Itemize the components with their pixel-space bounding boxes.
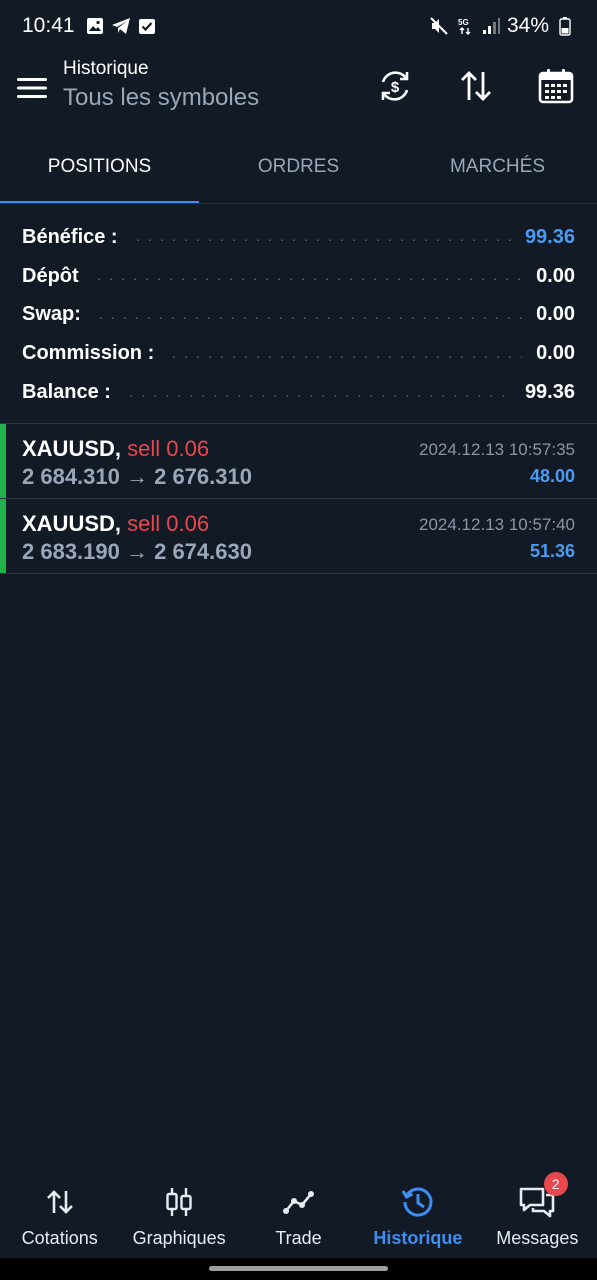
nav-trade[interactable]: Trade — [239, 1172, 358, 1258]
mute-vibrate-icon — [429, 16, 449, 36]
deal-side: sell 0.06 — [127, 511, 210, 536]
deal-profit: 48.00 — [529, 466, 575, 486]
deal-indicator-bar — [0, 499, 6, 573]
calendar-icon[interactable] — [534, 64, 578, 108]
deal-prices: 2 683.190 → 2 674.630 — [22, 539, 252, 564]
nav-history[interactable]: Historique — [358, 1172, 477, 1258]
summary-row-profit: Bénéfice : 99.36 — [0, 218, 597, 257]
candlestick-icon — [159, 1182, 199, 1222]
messages-badge: 2 — [543, 1172, 568, 1196]
dotted-leader — [124, 394, 511, 397]
deal-profit: 51.36 — [529, 541, 575, 561]
deal-row[interactable]: XAUUSD, sell 0.06 2 684.310 → 2 676.310 … — [0, 424, 597, 499]
summary-value: 99.36 — [524, 225, 575, 248]
screen: 10:41 5G 34% Historique Tous les symbole… — [0, 0, 597, 1280]
deal-indicator-bar — [0, 424, 6, 498]
summary-label: Swap: — [22, 303, 81, 326]
deal-prices: 2 684.310 → 2 676.310 — [22, 464, 252, 489]
summary-panel: Bénéfice : 99.36 Dépôt 0.00 Swap: 0.00 C… — [0, 218, 597, 412]
summary-row-balance: Balance : 99.36 — [0, 373, 597, 412]
header-title: Tous les symboles — [63, 84, 260, 111]
nav-charts[interactable]: Graphiques — [119, 1172, 238, 1258]
deals-list: XAUUSD, sell 0.06 2 684.310 → 2 676.310 … — [0, 424, 597, 574]
nav-messages[interactable]: 2 Messages — [478, 1172, 597, 1258]
history-icon — [398, 1182, 438, 1222]
deal-date: 2024.12.13 10:57:35 — [419, 440, 575, 459]
trade-line-icon — [279, 1182, 319, 1222]
deal-side: sell 0.06 — [127, 436, 210, 461]
summary-value: 0.00 — [536, 264, 575, 287]
status-bar: 10:41 5G 34% — [0, 0, 597, 52]
bottom-nav: Cotations Graphiques Trade Historique 2 — [0, 1172, 597, 1258]
summary-row-commission: Commission : 0.00 — [0, 334, 597, 373]
deal-title: XAUUSD, sell 0.06 — [22, 436, 209, 462]
nav-label: Graphiques — [132, 1228, 226, 1248]
dotted-leader — [92, 278, 523, 281]
summary-label: Dépôt — [22, 264, 79, 287]
summary-label: Commission : — [22, 342, 155, 365]
summary-label: Bénéfice : — [22, 225, 118, 248]
svg-text:$: $ — [391, 79, 400, 96]
5g-icon: 5G — [455, 16, 475, 36]
header-titles[interactable]: Historique Tous les symboles — [63, 58, 259, 112]
nav-quotes[interactable]: Cotations — [0, 1172, 119, 1258]
battery-percent: 34% — [506, 14, 549, 37]
nav-label: Cotations — [21, 1228, 98, 1248]
nav-label: Trade — [275, 1228, 322, 1248]
summary-value: 0.00 — [536, 303, 575, 326]
tab-markets[interactable]: MARCHÉS — [398, 140, 597, 204]
sort-icon[interactable] — [454, 64, 498, 108]
deal-title: XAUUSD, sell 0.06 — [22, 511, 209, 537]
tabs-divider — [0, 203, 597, 204]
summary-label: Balance : — [22, 381, 111, 404]
app-header: Historique Tous les symboles $ — [0, 52, 597, 128]
image-icon — [85, 16, 105, 36]
battery-icon — [555, 16, 575, 36]
status-time: 10:41 — [22, 14, 75, 37]
currency-refresh-icon[interactable]: $ — [373, 64, 417, 108]
system-nav-area — [0, 1258, 597, 1280]
home-indicator[interactable] — [209, 1266, 388, 1271]
summary-row-deposit: Dépôt 0.00 — [0, 257, 597, 296]
dotted-leader — [94, 316, 523, 319]
summary-value: 99.36 — [524, 381, 575, 404]
check-square-icon — [137, 16, 157, 36]
summary-row-swap: Swap: 0.00 — [0, 296, 597, 335]
signal-icon — [481, 16, 501, 36]
svg-text:5G: 5G — [458, 18, 469, 27]
header-subtitle: Historique — [63, 58, 149, 79]
tab-orders[interactable]: ORDRES — [199, 140, 398, 204]
deal-symbol: XAUUSD, — [22, 436, 122, 461]
deal-symbol: XAUUSD, — [22, 511, 122, 536]
tab-positions[interactable]: POSITIONS — [0, 140, 199, 204]
menu-icon[interactable] — [14, 70, 50, 106]
deal-date: 2024.12.13 10:57:40 — [419, 515, 575, 534]
telegram-icon — [111, 16, 131, 36]
dotted-leader — [168, 355, 523, 358]
arrows-updown-icon — [40, 1182, 80, 1222]
dotted-leader — [131, 239, 511, 242]
nav-label: Messages — [496, 1228, 579, 1248]
nav-label: Historique — [373, 1228, 463, 1248]
summary-value: 0.00 — [536, 342, 575, 365]
tab-bar: POSITIONS ORDRES MARCHÉS — [0, 140, 597, 204]
deal-row[interactable]: XAUUSD, sell 0.06 2 683.190 → 2 674.630 … — [0, 499, 597, 574]
